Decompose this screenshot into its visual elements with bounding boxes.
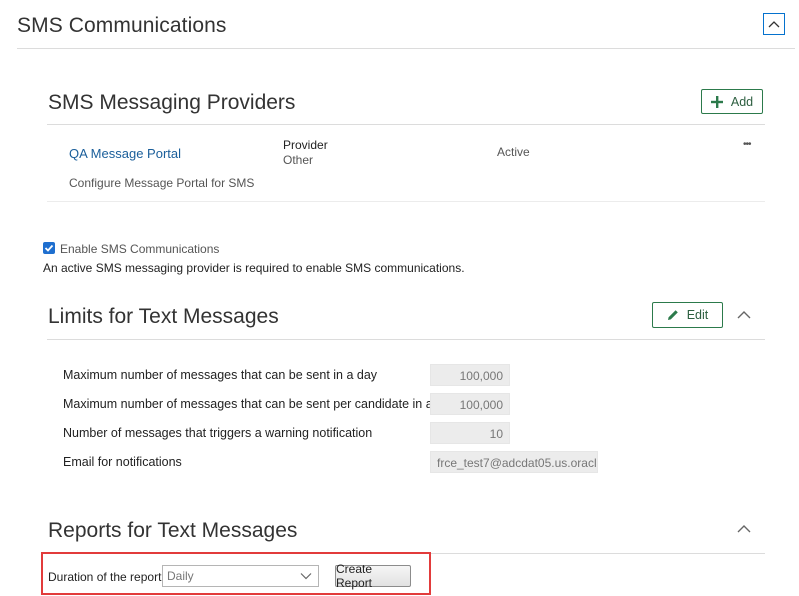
create-report-button[interactable]: Create Report bbox=[335, 562, 411, 590]
add-button-label: Add bbox=[730, 94, 754, 109]
limit-field-per-candidate: 100,000 bbox=[430, 393, 510, 415]
provider-type-value: Other bbox=[283, 153, 314, 167]
chevron-down-icon bbox=[300, 573, 312, 580]
duration-select[interactable]: Daily bbox=[162, 565, 319, 587]
limits-title: Limits for Text Messages bbox=[48, 305, 279, 328]
limit-label-email: Email for notifications bbox=[63, 455, 182, 469]
collapse-section-button[interactable] bbox=[763, 13, 785, 35]
pencil-icon bbox=[667, 310, 678, 320]
edit-limits-button[interactable]: Edit bbox=[652, 302, 723, 328]
checkmark-icon bbox=[44, 244, 54, 252]
divider bbox=[47, 201, 765, 202]
providers-title: SMS Messaging Providers bbox=[48, 91, 296, 114]
limit-field-daily: 100,000 bbox=[430, 364, 510, 386]
page-title: SMS Communications bbox=[17, 14, 227, 37]
limit-label-daily: Maximum number of messages that can be s… bbox=[63, 368, 378, 382]
collapse-reports-button[interactable] bbox=[735, 522, 753, 540]
reports-title: Reports for Text Messages bbox=[48, 519, 298, 542]
divider bbox=[47, 124, 765, 125]
limit-label-warning: Number of messages that triggers a warni… bbox=[63, 426, 373, 440]
provider-description: Configure Message Portal for SMS bbox=[69, 176, 255, 190]
duration-label: Duration of the report bbox=[48, 570, 162, 584]
divider bbox=[47, 339, 765, 340]
chevron-up-icon bbox=[737, 525, 751, 533]
provider-type-label: Provider bbox=[283, 138, 328, 152]
plus-icon bbox=[710, 95, 723, 108]
limit-field-warning: 10 bbox=[430, 422, 510, 444]
provider-name-link[interactable]: QA Message Portal bbox=[69, 146, 181, 161]
enable-sms-checkbox[interactable] bbox=[43, 242, 55, 254]
enable-sms-note: An active SMS messaging provider is requ… bbox=[43, 261, 465, 275]
collapse-limits-button[interactable] bbox=[735, 308, 753, 326]
edit-button-label: Edit bbox=[686, 308, 709, 322]
divider bbox=[17, 48, 795, 49]
limit-label-per-candidate: Maximum number of messages that can be s… bbox=[63, 397, 457, 411]
chevron-up-icon bbox=[768, 21, 780, 28]
duration-value: Daily bbox=[167, 569, 194, 583]
enable-sms-label: Enable SMS Communications bbox=[60, 242, 220, 256]
add-provider-button[interactable]: Add bbox=[701, 89, 763, 114]
provider-status: Active bbox=[497, 145, 530, 159]
chevron-up-icon bbox=[737, 311, 751, 319]
more-horizontal-icon[interactable]: ••• bbox=[743, 139, 751, 150]
limit-field-email: frce_test7@adcdat05.us.oracle.cc bbox=[430, 451, 598, 473]
